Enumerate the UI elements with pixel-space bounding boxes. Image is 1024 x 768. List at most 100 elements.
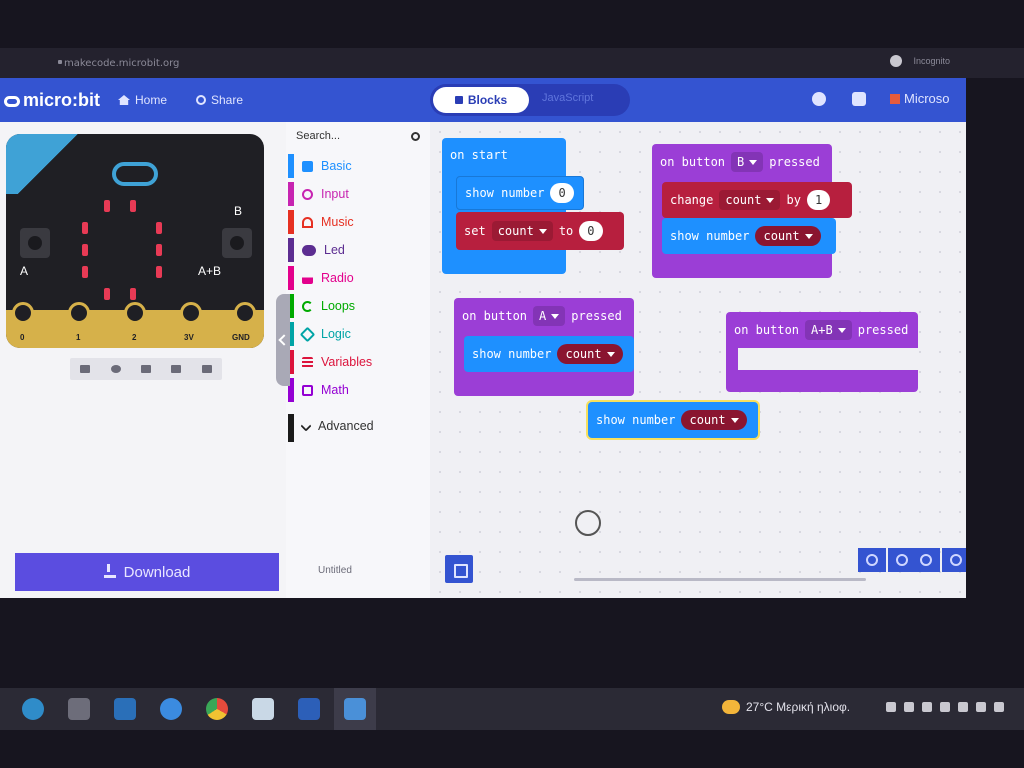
help-icon[interactable] <box>160 698 182 720</box>
on-button-b-block[interactable]: on button Bpressed change count by 1 show nu… <box>652 144 852 278</box>
restart-icon[interactable] <box>110 365 121 373</box>
variable-dropdown[interactable]: count <box>719 190 781 210</box>
slow-icon[interactable] <box>140 365 151 373</box>
touch-logo-icon[interactable] <box>112 162 158 186</box>
show-number-block[interactable]: show number count <box>464 336 634 372</box>
collapse-simulator-button[interactable] <box>276 294 290 386</box>
home-button[interactable]: Home <box>118 93 167 107</box>
button-a[interactable] <box>20 228 50 258</box>
mute-icon[interactable] <box>171 365 182 373</box>
category-variables[interactable]: Variables <box>288 350 428 374</box>
settings-icon[interactable] <box>852 92 866 106</box>
variable-reporter[interactable]: count <box>557 344 623 364</box>
save-icon[interactable] <box>445 555 473 583</box>
tab-javascript[interactable]: JavaScript <box>542 92 593 104</box>
button-dropdown[interactable]: B <box>731 152 764 172</box>
zoom-out-icon[interactable] <box>912 548 940 572</box>
category-label: Logic <box>321 327 351 341</box>
category-basic[interactable]: Basic <box>288 154 428 178</box>
pin-label: 0 <box>20 333 25 342</box>
calculator-icon <box>302 384 313 396</box>
button-ab-label[interactable]: A+B <box>198 264 221 278</box>
search-input[interactable]: Search... <box>296 130 420 148</box>
photos-icon[interactable] <box>68 698 90 720</box>
category-radio[interactable]: Radio <box>288 266 428 290</box>
block-text: pressed <box>571 309 622 323</box>
category-input[interactable]: Input <box>288 182 428 206</box>
on-button-ab-block[interactable]: on button A+B pressed <box>726 312 918 392</box>
help-icon[interactable] <box>812 92 826 106</box>
block-header: on button Bpressed <box>652 152 820 172</box>
led <box>156 222 162 234</box>
download-button[interactable]: Download <box>15 553 279 591</box>
fullscreen-icon[interactable] <box>201 365 212 373</box>
chevron-up-icon[interactable] <box>886 702 896 712</box>
variable-reporter[interactable]: count <box>681 410 747 430</box>
photo-viewer-icon[interactable] <box>344 698 366 720</box>
led <box>130 288 136 300</box>
download-label: Download <box>123 563 191 581</box>
on-start-block[interactable]: on start show number 0 set count to 0 <box>442 138 624 274</box>
pin-2[interactable] <box>124 302 146 324</box>
tab-blocks[interactable]: Blocks <box>433 87 529 113</box>
category-logic[interactable]: Logic <box>288 322 428 346</box>
search-icon[interactable] <box>411 132 420 141</box>
category-math[interactable]: Math <box>288 378 428 402</box>
block-header: on button A+B pressed <box>726 320 908 340</box>
block-header: on button Apressed <box>454 306 622 326</box>
block-text: by <box>786 193 801 207</box>
set-variable-block[interactable]: set count to 0 <box>456 212 624 250</box>
button-dropdown[interactable]: A <box>533 306 566 326</box>
undo-icon[interactable] <box>858 548 886 572</box>
paint-icon[interactable] <box>252 698 274 720</box>
change-variable-block[interactable]: change count by 1 <box>662 182 852 218</box>
pin-1[interactable] <box>68 302 90 324</box>
led <box>130 200 136 212</box>
share-button[interactable]: Share <box>196 93 243 107</box>
number-value[interactable]: 0 <box>579 221 603 241</box>
dragging-show-number-block[interactable]: show number count <box>588 402 758 438</box>
number-value[interactable]: 0 <box>550 183 574 203</box>
address-bar[interactable]: makecode.microbit.org <box>64 58 179 69</box>
block-text: on button <box>734 323 800 337</box>
word-icon[interactable] <box>298 698 320 720</box>
button-dropdown[interactable]: A+B <box>805 320 852 340</box>
blocks-icon <box>454 96 463 104</box>
button-b[interactable] <box>222 228 252 258</box>
category-led[interactable]: Led <box>288 238 428 262</box>
chrome-icon[interactable] <box>206 698 228 720</box>
zoom-in-icon[interactable] <box>942 548 966 572</box>
number-value[interactable]: 1 <box>806 190 831 210</box>
volume-icon[interactable] <box>976 702 986 712</box>
microbit-logo[interactable]: micro:bit <box>4 90 100 111</box>
display-icon[interactable] <box>922 702 932 712</box>
remote-icon[interactable] <box>114 698 136 720</box>
workspace-scrollbar[interactable] <box>574 578 866 581</box>
wifi-icon[interactable] <box>994 702 1004 712</box>
show-number-block[interactable]: show number count <box>662 218 836 254</box>
on-button-a-block[interactable]: on button Apressed show number count <box>454 298 634 396</box>
microsoft-brand[interactable]: Microso <box>890 91 950 106</box>
category-advanced[interactable]: Advanced <box>288 414 428 442</box>
stop-icon[interactable] <box>80 365 91 373</box>
network-icon[interactable] <box>904 702 914 712</box>
variable-reporter[interactable]: count <box>755 226 821 246</box>
edge-icon[interactable] <box>22 698 44 720</box>
variable-dropdown[interactable]: count <box>491 221 553 241</box>
led <box>82 222 88 234</box>
button-name: A <box>539 309 547 323</box>
show-number-block[interactable]: show number 0 <box>456 176 584 210</box>
weather-widget[interactable]: 27°C Μερική ηλιοφ. <box>722 700 850 714</box>
pin-0[interactable] <box>12 302 34 324</box>
project-name-input[interactable]: Untitled <box>318 565 352 576</box>
category-loops[interactable]: Loops <box>288 294 428 318</box>
weather-icon <box>722 700 740 714</box>
category-music[interactable]: Music <box>288 210 428 234</box>
blocks-workspace[interactable]: on start show number 0 set count to 0 on but… <box>430 122 966 598</box>
menubar: micro:bit Home Share Blocks JavaScript M… <box>0 78 966 122</box>
monitor-icon[interactable] <box>958 702 968 712</box>
cloud-icon[interactable] <box>940 702 950 712</box>
share-label: Share <box>211 93 244 107</box>
profile-label[interactable]: Incognito <box>913 56 950 66</box>
category-label: Variables <box>321 355 373 369</box>
